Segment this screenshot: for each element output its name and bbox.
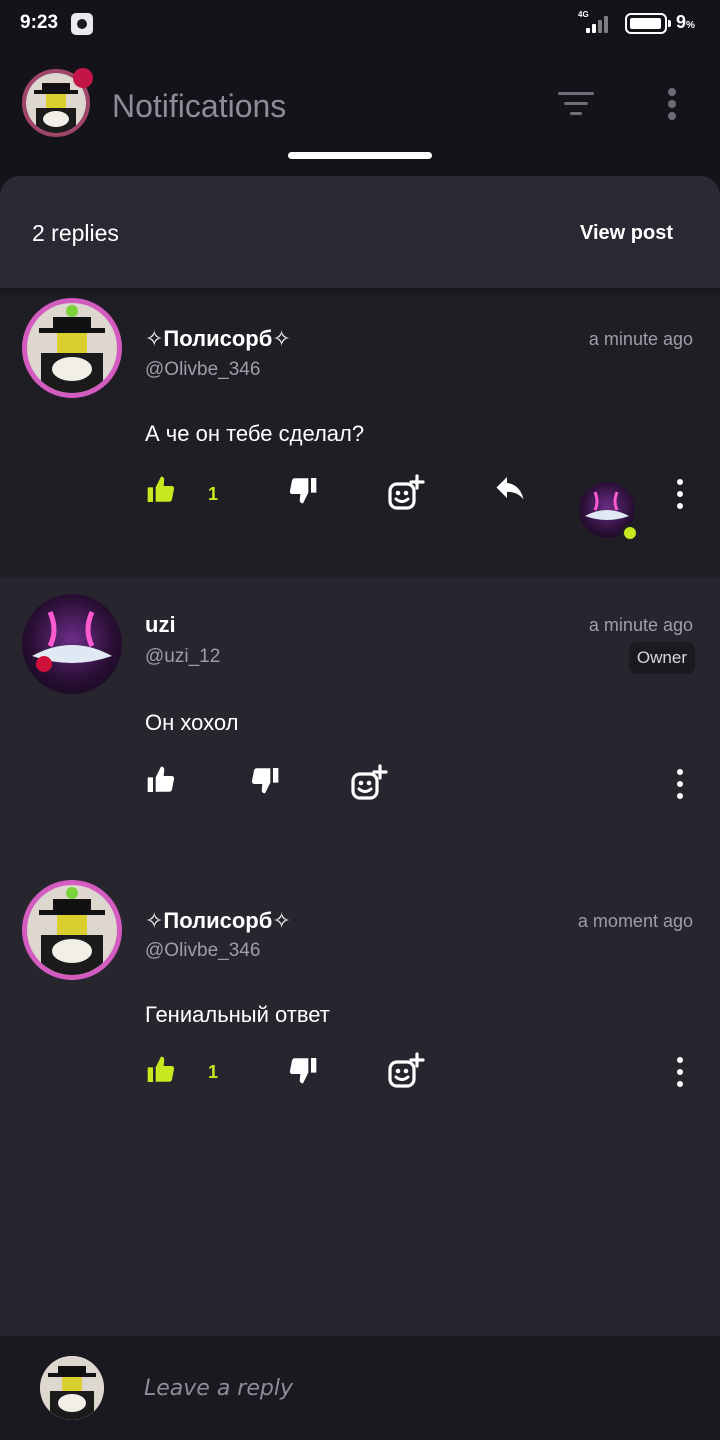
network-type: 4G [578,10,589,19]
like-count: 1 [208,1062,219,1082]
commenter-avatar[interactable] [22,880,122,980]
app-notification-icon [71,13,93,35]
filter-icon[interactable] [556,90,596,120]
comment-item: ✧Полисорб✧ @Olivbe_346 a moment ago Гени… [0,868,720,1168]
like-count: 1 [208,484,219,504]
online-indicator [621,524,639,542]
comment-handle: @uzi_12 [145,646,221,667]
comment-author[interactable]: ✧Полисорб✧ [145,326,291,352]
like-icon[interactable] [145,764,185,804]
comment-timestamp: a minute ago [588,329,693,349]
reply-icon[interactable] [492,474,532,514]
app-header: Notifications [0,56,720,156]
user-avatar-icon [32,610,112,672]
owner-badge: Owner [628,642,695,674]
status-bar: 9:23 4G 9% [0,0,720,48]
commenter-avatar[interactable] [22,594,122,694]
view-post-button[interactable]: View post [580,222,673,245]
like-icon[interactable] [145,474,185,514]
signal-icon: 4G [576,10,616,34]
reply-count: 2 replies [32,220,119,246]
user-avatar-icon [27,885,117,975]
comment-text: Гениальный ответ [145,1002,330,1027]
add-reaction-icon[interactable] [386,1052,426,1092]
dislike-icon[interactable] [249,764,289,804]
notification-dot [73,68,93,88]
comment-author[interactable]: uzi [145,612,176,638]
more-vertical-icon[interactable] [664,86,680,122]
comment-more-icon[interactable] [674,1057,686,1087]
dislike-icon[interactable] [287,474,327,514]
comment-item: uzi @uzi_12 a minute ago Owner Он хохол [0,578,720,868]
comment-handle: @Olivbe_346 [145,359,261,380]
dislike-icon[interactable] [287,1054,327,1094]
comment-more-icon[interactable] [674,479,686,509]
comment-handle: @Olivbe_346 [145,940,261,961]
sheet-drag-handle[interactable] [288,152,432,159]
add-reaction-icon[interactable] [386,474,426,514]
battery-percent: 9% [676,12,695,32]
comment-item: ✧Полисорб✧ @Olivbe_346 a minute ago А че… [0,288,720,578]
user-avatar-icon [40,1356,104,1420]
my-avatar [40,1356,104,1420]
add-reaction-icon[interactable] [349,764,389,804]
user-avatar-icon [27,303,117,393]
commenter-avatar[interactable] [22,298,122,398]
comment-text: Он хохол [145,710,239,735]
status-time: 9:23 [20,12,59,33]
comment-timestamp: a moment ago [577,911,693,931]
replies-sheet: 2 replies View post ✧Полисорб✧ @Olivbe_3… [0,176,720,1440]
comment-timestamp: a minute ago [588,615,693,635]
battery-icon [625,13,671,34]
reply-input[interactable] [144,1372,684,1404]
sheet-header: 2 replies View post [0,176,720,288]
comment-more-icon[interactable] [674,769,686,799]
comment-text: А че он тебе сделал? [145,421,365,446]
page-title: Notifications [112,88,287,124]
comment-author[interactable]: ✧Полисорб✧ [145,908,291,934]
reply-bar [0,1336,720,1440]
like-icon[interactable] [145,1054,185,1094]
